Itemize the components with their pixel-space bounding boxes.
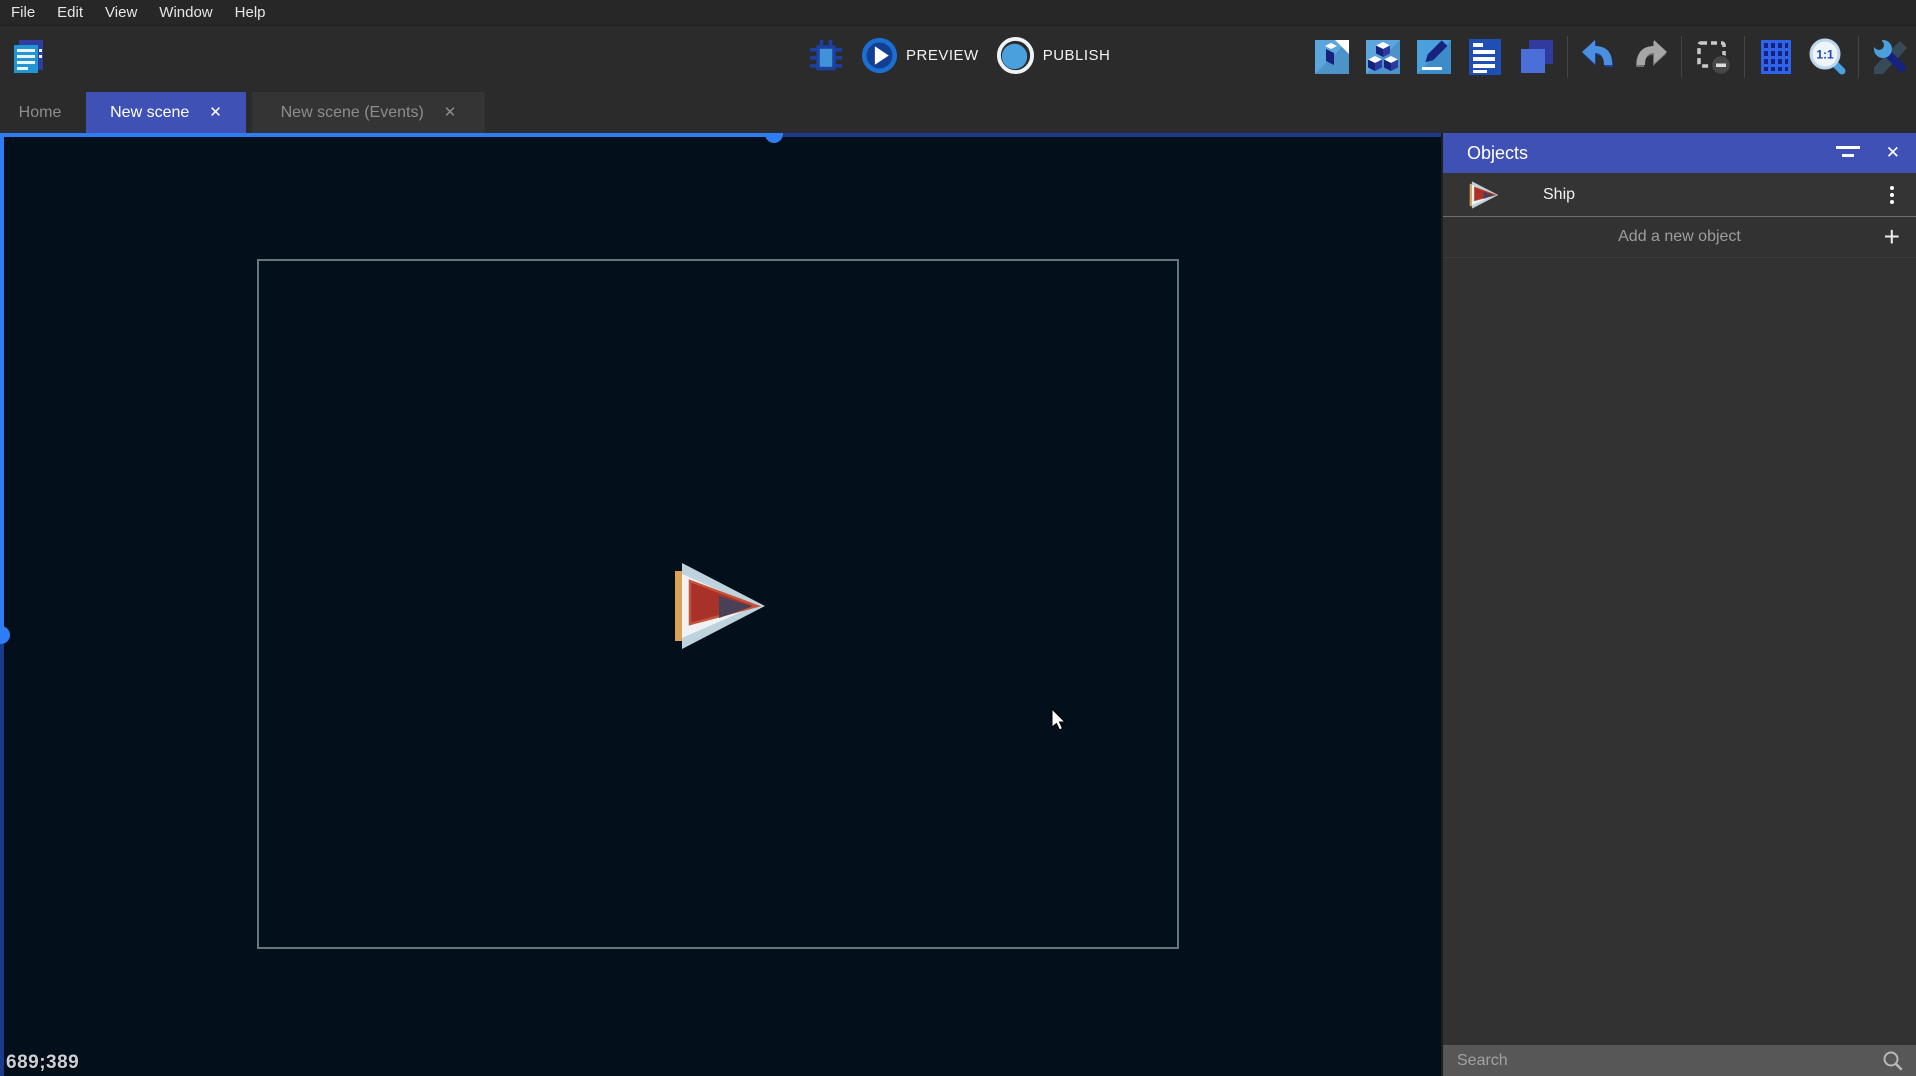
preview-button[interactable]: PREVIEW: [906, 47, 979, 64]
ship-sprite-instance[interactable]: [675, 562, 765, 650]
object-groups-icon[interactable]: [1363, 37, 1403, 77]
layers-icon[interactable]: [1516, 37, 1556, 77]
object-options-icon[interactable]: [1890, 186, 1894, 204]
debug-icon[interactable]: [808, 38, 844, 74]
publish-button[interactable]: PUBLISH: [1043, 47, 1111, 64]
search-input[interactable]: [1457, 1052, 1882, 1070]
zoom-1-1-icon[interactable]: 1:1: [1807, 37, 1847, 77]
preview-play-icon[interactable]: [861, 37, 898, 74]
cursor-coordinates: 689;389: [6, 1052, 79, 1074]
tab-new-scene[interactable]: New scene ✕: [86, 92, 246, 133]
menu-help[interactable]: Help: [224, 4, 277, 21]
toolbar-separator: [1858, 36, 1859, 78]
plus-icon[interactable]: +: [1884, 221, 1900, 253]
objects-search-bar: [1443, 1045, 1916, 1076]
close-tab-icon[interactable]: ✕: [209, 105, 222, 120]
vertical-scroll-line: [0, 133, 4, 635]
tab-new-scene-label: New scene: [110, 104, 189, 122]
close-tab-icon[interactable]: ✕: [444, 105, 457, 120]
objects-panel: Objects ✕ Ship Add a new object +: [1441, 133, 1916, 1076]
tab-new-scene-events[interactable]: New scene (Events) ✕: [252, 92, 485, 133]
objects-panel-body[interactable]: [1443, 258, 1916, 1045]
toolbar-separator: [1681, 36, 1682, 78]
objects-editor-icon[interactable]: [1312, 37, 1352, 77]
deselect-mask-icon[interactable]: [1693, 37, 1733, 77]
object-list-item-ship[interactable]: Ship: [1443, 173, 1916, 217]
add-new-object-label: Add a new object: [1618, 228, 1741, 246]
horizontal-scroll-line-dark: [783, 133, 1441, 137]
project-manager-icon[interactable]: [8, 36, 48, 76]
tab-new-scene-events-label: New scene (Events): [281, 104, 424, 122]
tab-home[interactable]: Home: [0, 92, 80, 133]
menu-bar: File Edit View Window Help: [0, 0, 1916, 26]
horizontal-scroll-handle[interactable]: [765, 133, 783, 143]
search-icon: [1882, 1050, 1904, 1072]
scene-editor-canvas[interactable]: 689;389: [0, 133, 1441, 1076]
ship-thumbnail-icon: [1469, 181, 1499, 209]
menu-file[interactable]: File: [0, 4, 46, 21]
tab-home-label: Home: [19, 104, 62, 122]
close-panel-icon[interactable]: ✕: [1886, 143, 1900, 163]
toolbar-separator: [1567, 36, 1568, 78]
vertical-scroll-handle[interactable]: [0, 626, 10, 644]
objects-panel-header: Objects ✕: [1443, 133, 1916, 173]
editor-tab-bar: Home New scene ✕ New scene (Events) ✕: [0, 88, 1916, 133]
instances-list-icon[interactable]: [1465, 37, 1505, 77]
grid-icon[interactable]: [1756, 37, 1796, 77]
properties-pencil-icon[interactable]: [1414, 37, 1454, 77]
menu-view[interactable]: View: [94, 4, 148, 21]
toolbar-separator: [1744, 36, 1745, 78]
zoom-ratio-label: 1:1: [1816, 48, 1834, 62]
filter-icon[interactable]: [1836, 146, 1860, 160]
vertical-scroll-line-dark: [0, 644, 4, 1076]
add-new-object-button[interactable]: Add a new object +: [1443, 217, 1916, 258]
mouse-cursor: [1050, 708, 1072, 732]
publish-globe-icon[interactable]: [996, 36, 1035, 75]
menu-window[interactable]: Window: [148, 4, 223, 21]
menu-edit[interactable]: Edit: [46, 4, 94, 21]
settings-wrench-icon[interactable]: [1870, 37, 1910, 77]
object-name-label: Ship: [1543, 186, 1890, 204]
objects-panel-title: Objects: [1467, 143, 1836, 164]
main-toolbar: PREVIEW PUBLISH: [0, 27, 1916, 88]
redo-icon[interactable]: [1630, 37, 1670, 77]
undo-icon[interactable]: [1579, 37, 1619, 77]
horizontal-scroll-line: [0, 133, 766, 137]
